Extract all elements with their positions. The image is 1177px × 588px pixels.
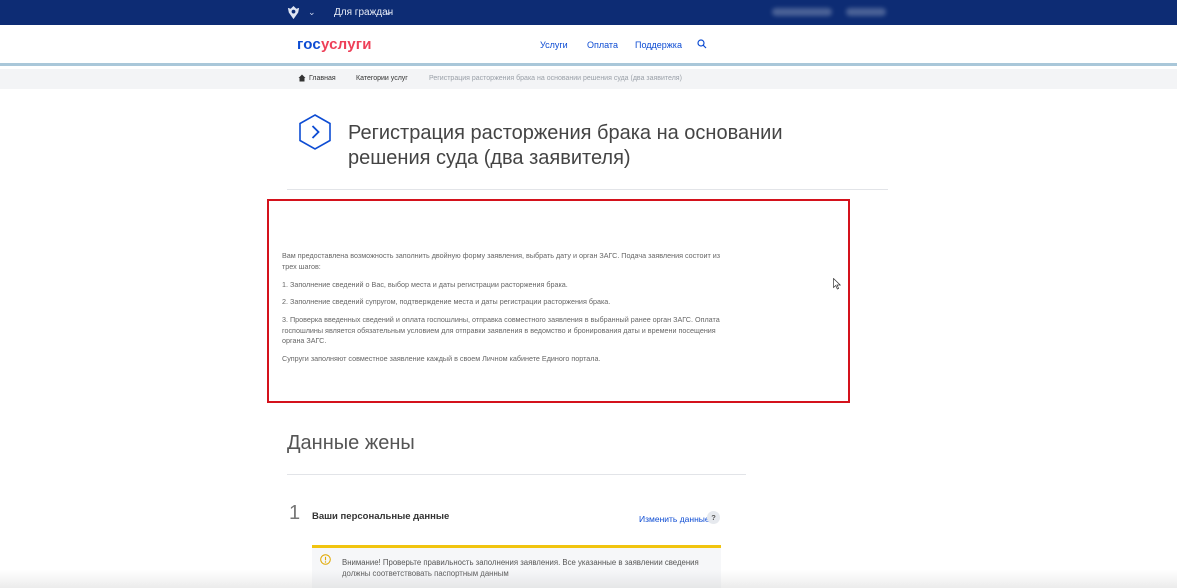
breadcrumb-home[interactable]: Главная [309, 75, 336, 82]
mouse-cursor-icon [833, 278, 841, 290]
warning-text: Внимание! Проверьте правильность заполне… [342, 558, 699, 578]
top-bar: ⌄ Для граждан ⌄ [0, 0, 1177, 25]
section-title-wife: Данные жены [287, 432, 415, 454]
info-intro: Вам предоставлена возможность заполнить … [282, 251, 721, 271]
divider [287, 474, 746, 475]
info-step-2: 2. Заполнение сведений супругом, подтвер… [282, 297, 611, 306]
user-menu-blurred[interactable] [846, 8, 886, 16]
info-note: Супруги заполняют совместное заявление к… [282, 354, 601, 363]
logo-text-gos: гос [297, 36, 321, 53]
chevron-down-icon[interactable]: ⌄ [385, 7, 393, 18]
breadcrumb: Главная Категории услуг Регистрация раст… [0, 69, 1177, 89]
breadcrumb-categories[interactable]: Категории услуг [356, 75, 408, 82]
chevron-down-icon[interactable]: ⌄ [308, 7, 316, 18]
nav-services[interactable]: Услуги [540, 40, 568, 50]
gosuslugi-logo[interactable]: госуслуги [297, 36, 372, 53]
divider [287, 189, 888, 190]
info-step-1: 1. Заполнение сведений о Вас, выбор мест… [282, 280, 568, 289]
site-header: госуслуги Услуги Оплата Поддержка [0, 25, 1177, 66]
change-data-link[interactable]: Изменить данные [639, 514, 710, 524]
info-step-3: 3. Проверка введенных сведений и оплата … [282, 315, 720, 345]
home-icon [298, 74, 306, 82]
help-icon[interactable]: ? [707, 511, 720, 524]
breadcrumb-current: Регистрация расторжения брака на основан… [429, 75, 682, 82]
step-number: 1 [289, 502, 301, 524]
step-title: Ваши персональные данные [312, 511, 450, 522]
page-title: Регистрация расторжения брака на основан… [348, 122, 783, 169]
nav-payment[interactable]: Оплата [587, 40, 618, 50]
nav-support[interactable]: Поддержка [635, 40, 682, 50]
warning-icon [320, 554, 331, 565]
search-icon[interactable] [697, 39, 707, 49]
coat-of-arms-icon[interactable] [286, 5, 301, 20]
logo-text-uslugi: услуги [320, 36, 372, 53]
service-hexagon-icon [299, 114, 331, 150]
user-name-blurred[interactable] [772, 8, 832, 16]
